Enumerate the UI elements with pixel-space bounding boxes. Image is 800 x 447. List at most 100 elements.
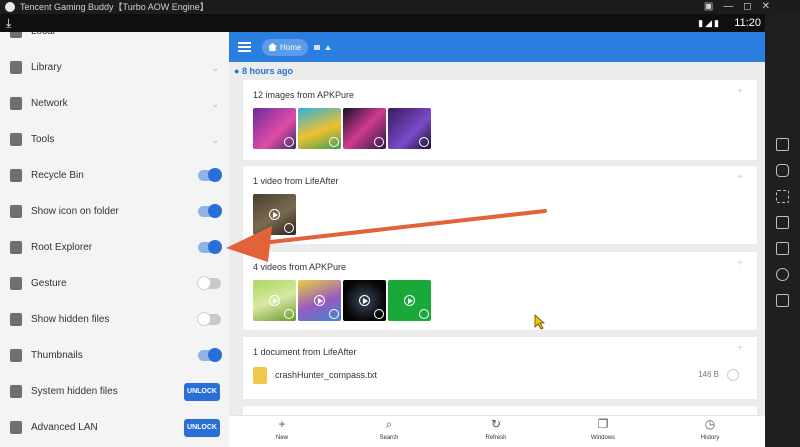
play-icon <box>314 295 325 306</box>
video-thumbnail[interactable] <box>253 194 296 235</box>
history-button-label: History <box>700 435 720 441</box>
status-clock: 11:20 <box>734 17 761 29</box>
drawer-item-network[interactable]: Network ⌄ <box>0 86 229 122</box>
toggle-knob <box>197 276 211 290</box>
select-circle-icon[interactable] <box>374 137 384 147</box>
select-circle-icon[interactable] <box>284 137 294 147</box>
drawer-item-label: Tools <box>31 134 55 145</box>
home-icon <box>268 43 277 51</box>
local-icon <box>10 32 22 38</box>
system-files-icon <box>10 385 22 398</box>
windows-button[interactable]: ❐ Windows <box>573 418 633 447</box>
video-thumbnail[interactable] <box>298 280 341 321</box>
select-circle-icon[interactable] <box>329 137 339 147</box>
maximize-button[interactable]: ◻ <box>743 0 751 14</box>
minimize-button[interactable]: — <box>723 0 733 14</box>
video-thumbnail[interactable] <box>343 280 386 321</box>
select-circle-icon[interactable] <box>727 369 739 381</box>
refresh-icon: ↻ <box>490 417 502 431</box>
fullscreen-icon[interactable] <box>776 190 789 203</box>
history-button[interactable]: ◷ History <box>680 418 740 447</box>
drawer-item-advanced-lan: Advanced LAN UNLOCK <box>0 410 229 446</box>
document-row[interactable]: crashHunter_compass.txt 146 B <box>253 367 747 385</box>
show-icon-on-folder-toggle[interactable] <box>198 204 222 218</box>
drawer-item-label: Network <box>31 98 68 109</box>
drawer-item-gesture: Gesture <box>0 266 229 302</box>
drawer-item-library[interactable]: Library ⌄ <box>0 50 229 86</box>
thumbnails-toggle[interactable] <box>198 348 222 362</box>
restore-screen-icon[interactable]: ▣ <box>704 0 713 14</box>
refresh-button[interactable]: ↻ Refresh <box>466 418 526 447</box>
record-icon[interactable] <box>776 268 789 281</box>
hand-icon <box>10 277 22 290</box>
windows-button-label: Windows <box>590 435 616 441</box>
screenshot-icon[interactable] <box>776 242 789 255</box>
card-more-icon[interactable]: + <box>737 172 743 183</box>
drawer-item-local[interactable]: Local <box>0 32 229 50</box>
select-circle-icon[interactable] <box>419 137 429 147</box>
card-title: 1 document from LifeAfter <box>253 347 357 357</box>
multi-window-icon[interactable] <box>776 216 789 229</box>
status-icons: ▮◢▮ <box>698 18 721 28</box>
new-button-label: New <box>275 435 288 441</box>
history-icon: ◷ <box>704 417 716 431</box>
card-more-icon[interactable]: + <box>737 258 743 269</box>
show-hidden-files-toggle[interactable] <box>197 312 221 326</box>
play-icon <box>269 295 280 306</box>
select-circle-icon[interactable] <box>329 309 339 319</box>
image-thumbnail[interactable] <box>253 108 296 149</box>
unlock-advanced-lan-button[interactable]: UNLOCK <box>184 419 220 437</box>
document-size: 146 B <box>698 370 719 379</box>
drawer-item-tools[interactable]: Tools ⌄ <box>0 122 229 158</box>
breadcrumb-home-label: Home <box>280 43 302 52</box>
select-circle-icon[interactable] <box>419 309 429 319</box>
recent-card-images[interactable]: 12 images from APKPure + <box>243 80 757 160</box>
cloud-icon[interactable] <box>325 45 331 50</box>
storage-icon[interactable] <box>314 45 320 50</box>
drawer-item-root-explorer: Root Explorer <box>0 230 229 266</box>
android-status-bar: ⤓ ▮◢▮ 11:20 <box>0 14 765 32</box>
close-button[interactable]: ✕ <box>762 0 770 14</box>
unlock-system-hidden-files-button[interactable]: UNLOCK <box>184 383 220 401</box>
drawer-item-thumbnails: Thumbnails <box>0 338 229 374</box>
breadcrumb-home[interactable]: Home <box>262 39 309 56</box>
card-more-icon[interactable]: + <box>737 343 743 354</box>
recent-card-document[interactable]: 1 document from LifeAfter + crashHunter_… <box>243 337 757 399</box>
time-group-label: ● 8 hours ago <box>234 66 293 76</box>
card-more-icon[interactable]: + <box>737 86 743 97</box>
recycle-bin-toggle[interactable] <box>198 168 222 182</box>
image-thumbnail[interactable] <box>298 108 341 149</box>
search-button[interactable]: ⌕ Search <box>359 418 419 447</box>
window-controls: ▣ — ◻ ✕ <box>704 0 770 14</box>
play-icon <box>359 295 370 306</box>
trash-icon <box>10 169 22 182</box>
drawer-item-label: Show hidden files <box>31 314 110 325</box>
recent-card-videos-apkpure[interactable]: 4 videos from APKPure + <box>243 252 757 330</box>
image-thumbnail[interactable] <box>343 108 386 149</box>
select-circle-icon[interactable] <box>284 223 294 233</box>
card-title: 4 videos from APKPure <box>253 262 347 272</box>
select-circle-icon[interactable] <box>374 309 384 319</box>
select-circle-icon[interactable] <box>284 309 294 319</box>
root-explorer-toggle[interactable] <box>198 240 222 254</box>
gesture-toggle[interactable] <box>197 276 221 290</box>
download-icon: ⤓ <box>6 16 12 30</box>
card-title: 12 images from APKPure <box>253 90 355 100</box>
menu-icon[interactable] <box>238 42 251 53</box>
drawer-item-label: Advanced LAN <box>31 422 98 433</box>
navigation-drawer: Local Library ⌄ Network ⌄ Tools ⌄ Recycl… <box>0 32 229 447</box>
text-file-icon <box>253 367 267 384</box>
video-thumbnail[interactable] <box>388 280 431 321</box>
windows-icon: ❐ <box>597 417 609 431</box>
bottom-action-bar: + New ⌕ Search ↻ Refresh ❐ Windows ◷ His… <box>229 415 765 447</box>
shake-icon[interactable] <box>776 164 789 177</box>
image-thumbnail[interactable] <box>388 108 431 149</box>
drawer-item-label: System hidden files <box>31 386 118 397</box>
keyboard-icon[interactable] <box>776 138 789 151</box>
search-icon: ⌕ <box>385 417 393 431</box>
exit-icon[interactable] <box>776 294 789 307</box>
new-button[interactable]: + New <box>252 418 312 447</box>
video-thumbnail[interactable] <box>253 280 296 321</box>
toggle-knob <box>208 204 222 218</box>
recent-card-video-lifeafter[interactable]: 1 video from LifeAfter + <box>243 166 757 244</box>
